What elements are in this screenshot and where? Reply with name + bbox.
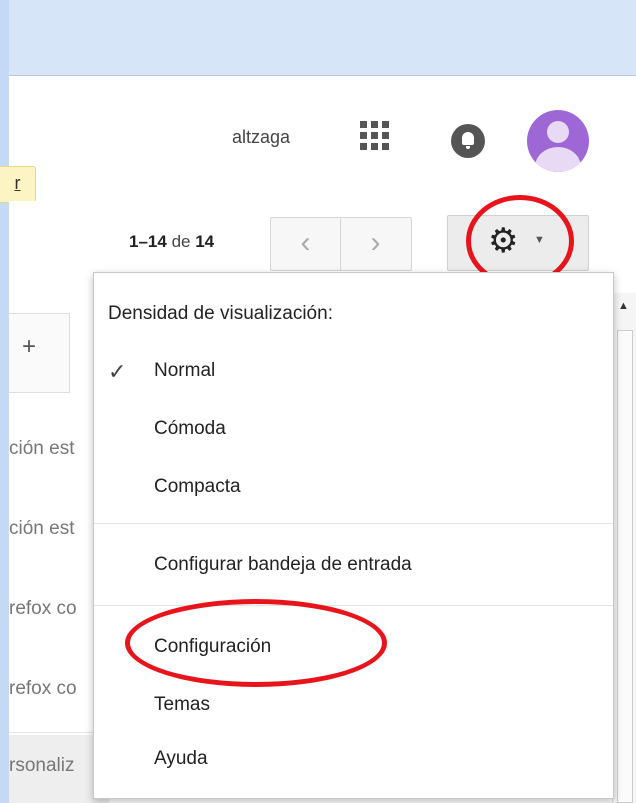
density-heading: Densidad de visualización: bbox=[108, 303, 333, 324]
list-item-text: ción est bbox=[9, 518, 75, 539]
menu-divider bbox=[94, 605, 613, 606]
notice-link[interactable]: r bbox=[0, 166, 36, 203]
menu-divider bbox=[94, 523, 613, 524]
bell-icon[interactable] bbox=[451, 124, 485, 158]
pager-count: 1–14 de 14 bbox=[129, 232, 214, 252]
plus-icon: + bbox=[22, 333, 37, 360]
browser-top-bar bbox=[0, 0, 636, 76]
previous-page-button[interactable]: ‹ bbox=[271, 218, 340, 270]
pager-range: 1–14 bbox=[129, 232, 167, 251]
settings-dropdown-menu: Densidad de visualización: ✓ Normal Cómo… bbox=[93, 272, 614, 799]
account-username[interactable]: altzaga bbox=[232, 127, 290, 148]
menu-item-normal[interactable]: Normal bbox=[154, 360, 215, 382]
menu-item-help[interactable]: Ayuda bbox=[154, 748, 208, 770]
pager-total: 14 bbox=[195, 232, 215, 251]
pager-of: de bbox=[171, 232, 191, 251]
list-item-text: refox co bbox=[9, 598, 77, 619]
next-page-button[interactable]: › bbox=[341, 218, 410, 270]
apps-grid-icon[interactable] bbox=[360, 121, 390, 151]
pager-buttons: ‹ › bbox=[270, 217, 412, 271]
list-footer-text: rsonaliz bbox=[9, 755, 75, 776]
add-tab-button[interactable] bbox=[9, 313, 70, 393]
window-frame-left bbox=[0, 0, 9, 803]
list-item-text: ción est bbox=[9, 438, 75, 459]
highlight-circle-configuracion bbox=[125, 599, 387, 687]
scrollbar-thumb[interactable] bbox=[617, 330, 633, 803]
scroll-up-arrow-icon[interactable]: ▲ bbox=[618, 300, 629, 312]
checkmark-icon: ✓ bbox=[108, 359, 127, 384]
menu-item-themes[interactable]: Temas bbox=[154, 694, 210, 716]
menu-item-comoda[interactable]: Cómoda bbox=[154, 418, 226, 440]
list-item-text: refox co bbox=[9, 678, 77, 699]
menu-item-compacta[interactable]: Compacta bbox=[154, 476, 241, 498]
menu-item-configure-inbox[interactable]: Configurar bandeja de entrada bbox=[154, 554, 412, 576]
avatar[interactable] bbox=[527, 110, 589, 172]
